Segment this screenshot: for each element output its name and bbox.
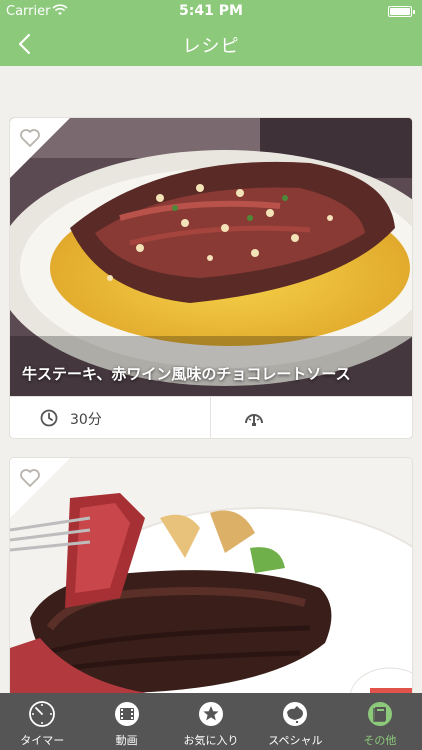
recipe-meta: 30分 bbox=[10, 396, 412, 438]
tab-special[interactable]: スペシャル bbox=[253, 693, 337, 750]
clock-icon bbox=[40, 409, 58, 427]
recipe-image[interactable]: 牛ステーキ、赤ワイン風味のチョコレートソース bbox=[10, 118, 412, 396]
steak-photo bbox=[10, 458, 412, 693]
difficulty bbox=[211, 397, 412, 438]
recipe-list[interactable]: 牛ステーキ、赤ワイン風味のチョコレートソース 30分 bbox=[0, 66, 422, 693]
recipe-title: 牛ステーキ、赤ワイン風味のチョコレートソース bbox=[22, 365, 351, 383]
tab-video[interactable]: 動画 bbox=[84, 693, 168, 750]
favorite-button[interactable] bbox=[10, 118, 70, 178]
tab-bar: タイマー 動画 お気に入り スペシャル その他 bbox=[0, 693, 422, 750]
tab-other[interactable]: その他 bbox=[338, 693, 422, 750]
steak-photo bbox=[10, 118, 412, 396]
cooking-time: 30分 bbox=[10, 397, 210, 438]
tab-label: お気に入り bbox=[183, 734, 239, 747]
tab-label: スペシャル bbox=[268, 734, 323, 747]
header: Carrier 5:41 PM レシピ bbox=[0, 0, 422, 66]
tab-label: その他 bbox=[363, 734, 397, 747]
book-icon bbox=[367, 702, 392, 726]
recipe-card[interactable]: 牛ステーキ、赤ワイン風味のチョコレートソース 30分 bbox=[10, 118, 412, 438]
status-time: 5:41 PM bbox=[179, 3, 243, 19]
status-bar: Carrier 5:41 PM bbox=[0, 0, 422, 22]
battery-icon bbox=[388, 6, 415, 17]
page-title: レシピ bbox=[182, 36, 240, 57]
tab-label: 動画 bbox=[115, 734, 138, 747]
recipe-image[interactable] bbox=[10, 458, 412, 693]
tab-favorites[interactable]: お気に入り bbox=[169, 693, 253, 750]
cooking-time-label: 30分 bbox=[70, 412, 102, 428]
star-icon bbox=[199, 702, 224, 726]
tab-timer[interactable]: タイマー bbox=[0, 693, 84, 750]
nav-bar: レシピ bbox=[0, 22, 422, 66]
video-icon bbox=[114, 702, 139, 726]
timer-icon bbox=[29, 701, 56, 727]
tab-label: タイマー bbox=[20, 734, 65, 747]
recipe-card[interactable] bbox=[10, 458, 412, 693]
favorite-button[interactable] bbox=[10, 458, 70, 518]
gauge-icon bbox=[245, 414, 263, 426]
australia-icon bbox=[283, 702, 308, 726]
